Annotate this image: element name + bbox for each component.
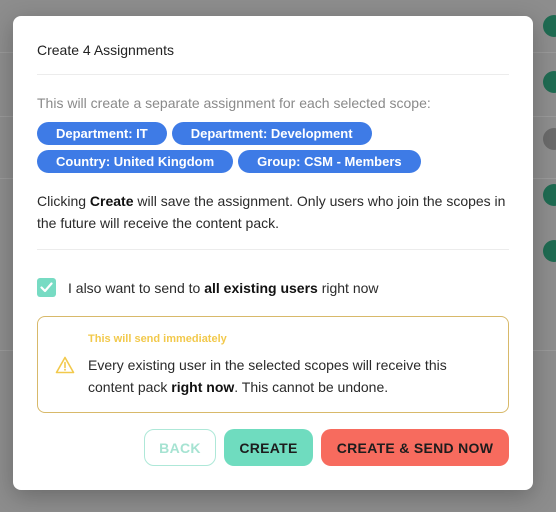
checkmark-icon [40,282,53,293]
background-status-icon [543,184,556,206]
scope-chip: Group: CSM - Members [238,150,421,173]
note-bold: Create [89,193,134,209]
dialog-title: Create 4 Assignments [37,42,174,58]
background-status-icon [543,240,556,262]
scope-chip-row: Country: United Kingdom Group: CSM - Mem… [37,150,507,173]
scopes-intro-text: This will create a separate assignment f… [37,95,431,111]
note-text: Clicking [37,193,90,209]
background-status-icon [543,71,556,93]
scope-chip: Department: IT [37,122,167,145]
warning-text-part: . This cannot be undone. [234,379,389,395]
label-text: right now [317,279,379,296]
create-explanation-text: Clicking Create will save the assignment… [37,190,507,234]
scope-chips: Department: IT Department: Development C… [37,122,507,178]
scope-chip: Department: Development [171,122,372,145]
create-assignments-dialog: Create 4 Assignments This will create a … [13,16,533,490]
back-button[interactable]: BACK [144,429,216,466]
divider [37,249,509,250]
divider [37,74,509,75]
create-and-send-now-button[interactable]: CREATE & SEND NOW [321,429,509,466]
label-bold: all existing users [204,279,318,296]
background-status-icon [543,128,556,150]
background-status-icon [543,15,556,37]
send-existing-checkbox[interactable] [37,278,56,297]
send-existing-label[interactable]: I also want to send to all existing user… [68,280,379,296]
send-existing-option[interactable]: I also want to send to all existing user… [37,278,379,297]
label-text: I also want to send to [68,279,205,296]
warning-text-bold: right now [171,379,235,395]
warning-text: Every existing user in the selected scop… [88,354,488,398]
scope-chip-row: Department: IT Department: Development [37,122,507,145]
warning-title: This will send immediately [88,333,227,345]
create-button[interactable]: CREATE [224,429,313,466]
scope-chip: Country: United Kingdom [37,150,234,173]
send-warning-box: This will send immediately Every existin… [37,316,509,413]
warning-triangle-icon [55,356,75,379]
